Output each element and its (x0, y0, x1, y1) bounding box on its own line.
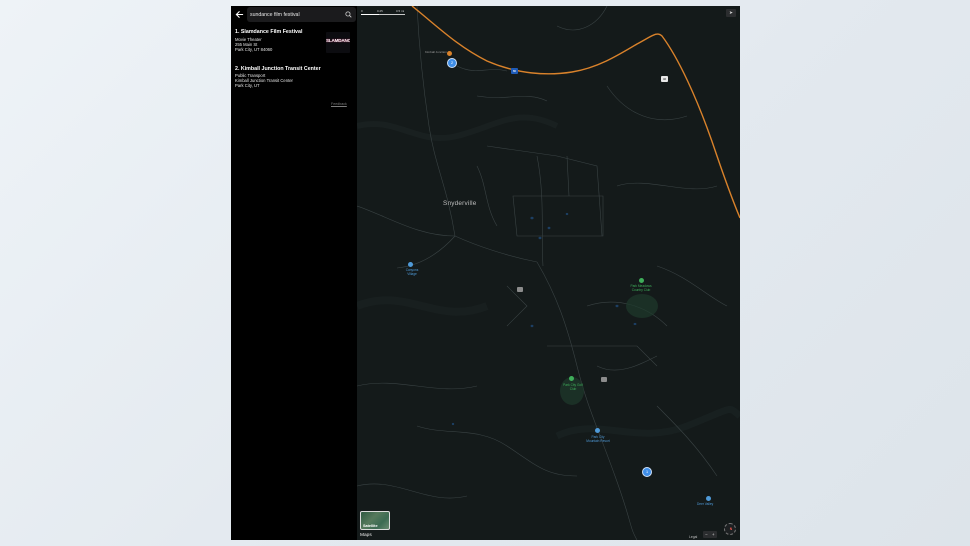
result-thumbnail: SLAMDANCE (326, 32, 350, 53)
maps-brand-label: Maps (360, 533, 372, 538)
result-title: 2. Kimball Junction Transit Center (235, 66, 321, 72)
map-pin-2[interactable]: 2 (447, 58, 457, 68)
back-arrow-icon[interactable] (234, 10, 245, 21)
search-box[interactable] (247, 7, 356, 22)
park-meadows-poi-icon[interactable] (639, 278, 644, 283)
highways (411, 6, 740, 219)
ponds (451, 212, 637, 426)
resort-poi-icon[interactable] (595, 428, 600, 433)
search-icon[interactable] (345, 11, 352, 18)
scale-tick: 0.25 (377, 9, 383, 13)
deer-valley-label: Deer Valley (697, 502, 714, 506)
result-item-2[interactable]: 2. Kimball Junction Transit Center Publi… (231, 66, 357, 96)
town-label: Snyderville (443, 200, 477, 207)
search-input[interactable] (250, 7, 340, 22)
route-40-shield: 40 (661, 76, 668, 82)
deer-valley-poi-icon[interactable] (706, 496, 711, 501)
golf-club-poi-icon[interactable] (569, 376, 574, 381)
compass-label: N (729, 527, 733, 531)
route-80-shield: 80 (511, 68, 518, 74)
park-meadows-label: Park Meadows Country Club (630, 284, 652, 292)
legal-link[interactable]: Legal (689, 535, 697, 539)
result-title: 1. Slamdance Film Festival (235, 29, 303, 35)
location-arrow-icon[interactable]: ➤ (726, 9, 736, 17)
result-item-1[interactable]: 1. Slamdance Film Festival Movie Theater… (231, 29, 357, 59)
kimball-poi-icon[interactable] (447, 51, 452, 56)
result-address-line2: Park City, UT (235, 83, 260, 88)
building-poi-icon[interactable] (517, 287, 523, 292)
zoom-out-button[interactable]: − (705, 531, 708, 538)
building-poi-icon[interactable] (601, 377, 607, 382)
sidebar: 1. Slamdance Film Festival Movie Theater… (231, 6, 357, 540)
scale-tick: 0.5 mi (396, 9, 405, 13)
canyons-village-poi-icon[interactable] (408, 262, 413, 267)
kimball-label: Kimball Junction (425, 50, 447, 54)
satellite-label: Satellite (363, 524, 378, 528)
scale-tick: 0 (361, 9, 363, 13)
terrain-texture (357, 114, 740, 440)
map-canvas[interactable]: 0 0.25 0.5 mi 80 40 Snyderville Kimball … (357, 6, 740, 540)
golf-club-label: Park City Golf Club (563, 383, 583, 391)
resort-label: Park City Mountain Resort (586, 435, 610, 443)
zoom-control: − + (703, 531, 717, 538)
map-pin-1[interactable]: 1 (642, 467, 652, 477)
thumbnail-text: SLAMDANCE (326, 38, 350, 43)
canyons-village-label: Canyons Village (405, 268, 419, 276)
compass-icon[interactable]: N (724, 523, 736, 535)
feedback-link[interactable]: Feedback (331, 102, 347, 106)
maps-brand: Maps (360, 533, 372, 538)
scale-bar: 0 0.25 0.5 mi (361, 9, 406, 17)
satellite-toggle[interactable]: Satellite (360, 511, 390, 530)
zoom-in-button[interactable]: + (712, 531, 715, 538)
result-address-line2: Park City, UT 84060 (235, 47, 273, 52)
maps-window: 1. Slamdance Film Festival Movie Theater… (231, 6, 740, 540)
